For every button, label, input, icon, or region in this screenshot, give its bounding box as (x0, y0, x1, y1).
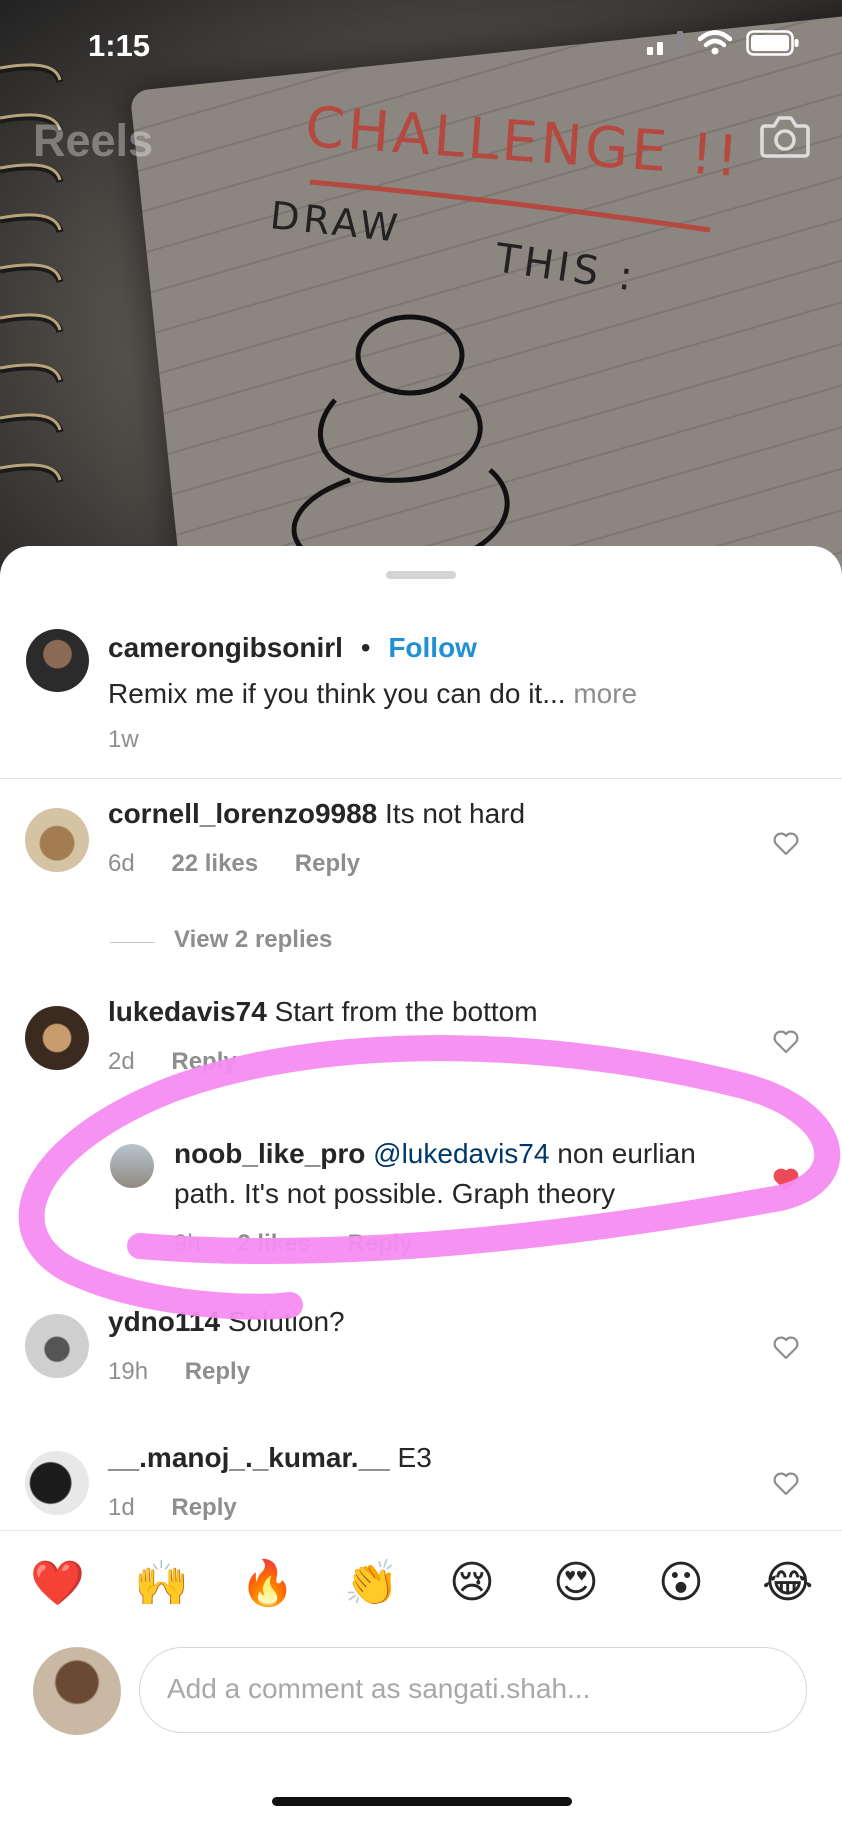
like-heart-icon[interactable] (773, 1030, 799, 1054)
status-icons (647, 30, 800, 56)
post-time: 1w (108, 726, 139, 753)
reply-button[interactable]: Reply (171, 1048, 236, 1075)
comments-sheet: camerongibsonirl • Follow Remix me if yo… (0, 546, 842, 1821)
divider (0, 778, 842, 779)
comment-username[interactable]: ydno114 (108, 1306, 220, 1337)
comment-meta: 2d Reply (108, 1048, 237, 1076)
comment-body: Its not hard (385, 798, 526, 829)
comment-body: Start from the bottom (274, 996, 538, 1027)
follow-button[interactable]: Follow (388, 632, 477, 663)
emoji-bar-divider (0, 1530, 842, 1531)
comment-username[interactable]: lukedavis74 (108, 996, 267, 1027)
snowman-drawing (291, 314, 510, 570)
reply-button[interactable]: Reply (185, 1358, 250, 1385)
comment-text: cornell_lorenzo9988 Its not hard (108, 794, 525, 834)
reply-time: 9h (174, 1230, 201, 1257)
camera-icon (760, 116, 810, 158)
avatar[interactable] (110, 1144, 154, 1188)
separator-dot: • (360, 632, 371, 663)
current-user-avatar (33, 1647, 121, 1735)
comment-time: 6d (108, 850, 135, 877)
post-caption: camerongibsonirl • Follow Remix me if yo… (0, 606, 842, 778)
caption-text: Remix me if you think you can do it... m… (108, 678, 637, 710)
comment-input[interactable]: Add a comment as sangati.shah... (139, 1647, 807, 1733)
likes-count[interactable]: 2 likes (237, 1230, 310, 1257)
wifi-icon (697, 30, 732, 55)
reply-body-line1: non eurlian (557, 1138, 696, 1169)
post-username[interactable]: camerongibsonirl (108, 632, 343, 663)
reply-button[interactable]: Reply (347, 1230, 412, 1257)
emoji-crying-button[interactable]: 😢 (449, 1557, 495, 1608)
reply-mention[interactable]: @lukedavis74 (373, 1138, 549, 1169)
comment-time: 2d (108, 1048, 135, 1075)
avatar[interactable] (25, 808, 89, 872)
sheet-grabber[interactable] (386, 571, 456, 579)
caption-body: Remix me if you think you can do it... (108, 678, 566, 709)
reply-button[interactable]: Reply (295, 850, 360, 877)
comment-body: E3 (397, 1442, 432, 1473)
emoji-raised-hands-button[interactable]: 🙌 (134, 1557, 189, 1609)
view-replies-button[interactable]: View 2 replies (174, 926, 332, 954)
likes-count[interactable]: 22 likes (171, 850, 258, 877)
reply-text-line2: path. It's not possible. Graph theory (174, 1178, 616, 1209)
comment-time: 19h (108, 1358, 149, 1385)
emoji-clap-button[interactable]: 👏 (344, 1557, 399, 1609)
status-time: 1:15 (88, 28, 151, 63)
page-title: Reels (33, 115, 154, 166)
battery-icon (746, 30, 799, 56)
avatar[interactable] (25, 1006, 89, 1070)
reel-background: CHALLENGE !! DRAW THIS : (0, 0, 842, 600)
emoji-laughing-button[interactable]: 😂 (762, 1557, 813, 1608)
emoji-surprised-button[interactable]: 😮 (658, 1557, 704, 1608)
avatar[interactable] (25, 1314, 89, 1378)
comment-meta: 6d 22 likes Reply (108, 850, 360, 878)
reply-button[interactable]: Reply (171, 1494, 236, 1521)
home-indicator (272, 1797, 572, 1806)
more-link[interactable]: more (573, 678, 637, 709)
avatar[interactable] (25, 1451, 89, 1515)
comment-username[interactable]: __.manoj_._kumar.__ (108, 1442, 390, 1473)
comment-text: __.manoj_._kumar.__ E3 (108, 1438, 432, 1478)
reply-username[interactable]: noob_like_pro (174, 1138, 365, 1169)
emoji-fire-button[interactable]: 🔥 (240, 1557, 295, 1609)
caption-header: camerongibsonirl • Follow (108, 632, 477, 664)
view-replies-line (110, 942, 155, 943)
like-heart-icon[interactable] (773, 832, 799, 856)
reply-text: noob_like_pro @lukedavis74 non eurlian (174, 1134, 774, 1174)
comment-body: Solution? (227, 1306, 345, 1337)
emoji-heart-button[interactable]: ❤️ (30, 1557, 85, 1609)
cellular-signal-icon (647, 31, 684, 55)
reply-meta: 9h 2 likes Reply (174, 1230, 413, 1258)
comment-time: 1d (108, 1494, 135, 1521)
avatar[interactable] (26, 629, 89, 692)
comment-username[interactable]: cornell_lorenzo9988 (108, 798, 377, 829)
like-heart-icon[interactable] (773, 1472, 799, 1496)
comment-meta: 1d Reply (108, 1494, 237, 1522)
status-bar: 1:15 (0, 0, 842, 90)
comment-text: ydno114 Solution? (108, 1302, 345, 1342)
like-heart-icon[interactable] (773, 1336, 799, 1360)
liked-heart-icon[interactable] (773, 1168, 799, 1192)
comment-text: lukedavis74 Start from the bottom (108, 992, 538, 1032)
camera-button[interactable] (760, 112, 810, 163)
emoji-heart-eyes-button[interactable]: 😍 (553, 1557, 599, 1608)
comment-meta: 19h Reply (108, 1358, 250, 1386)
